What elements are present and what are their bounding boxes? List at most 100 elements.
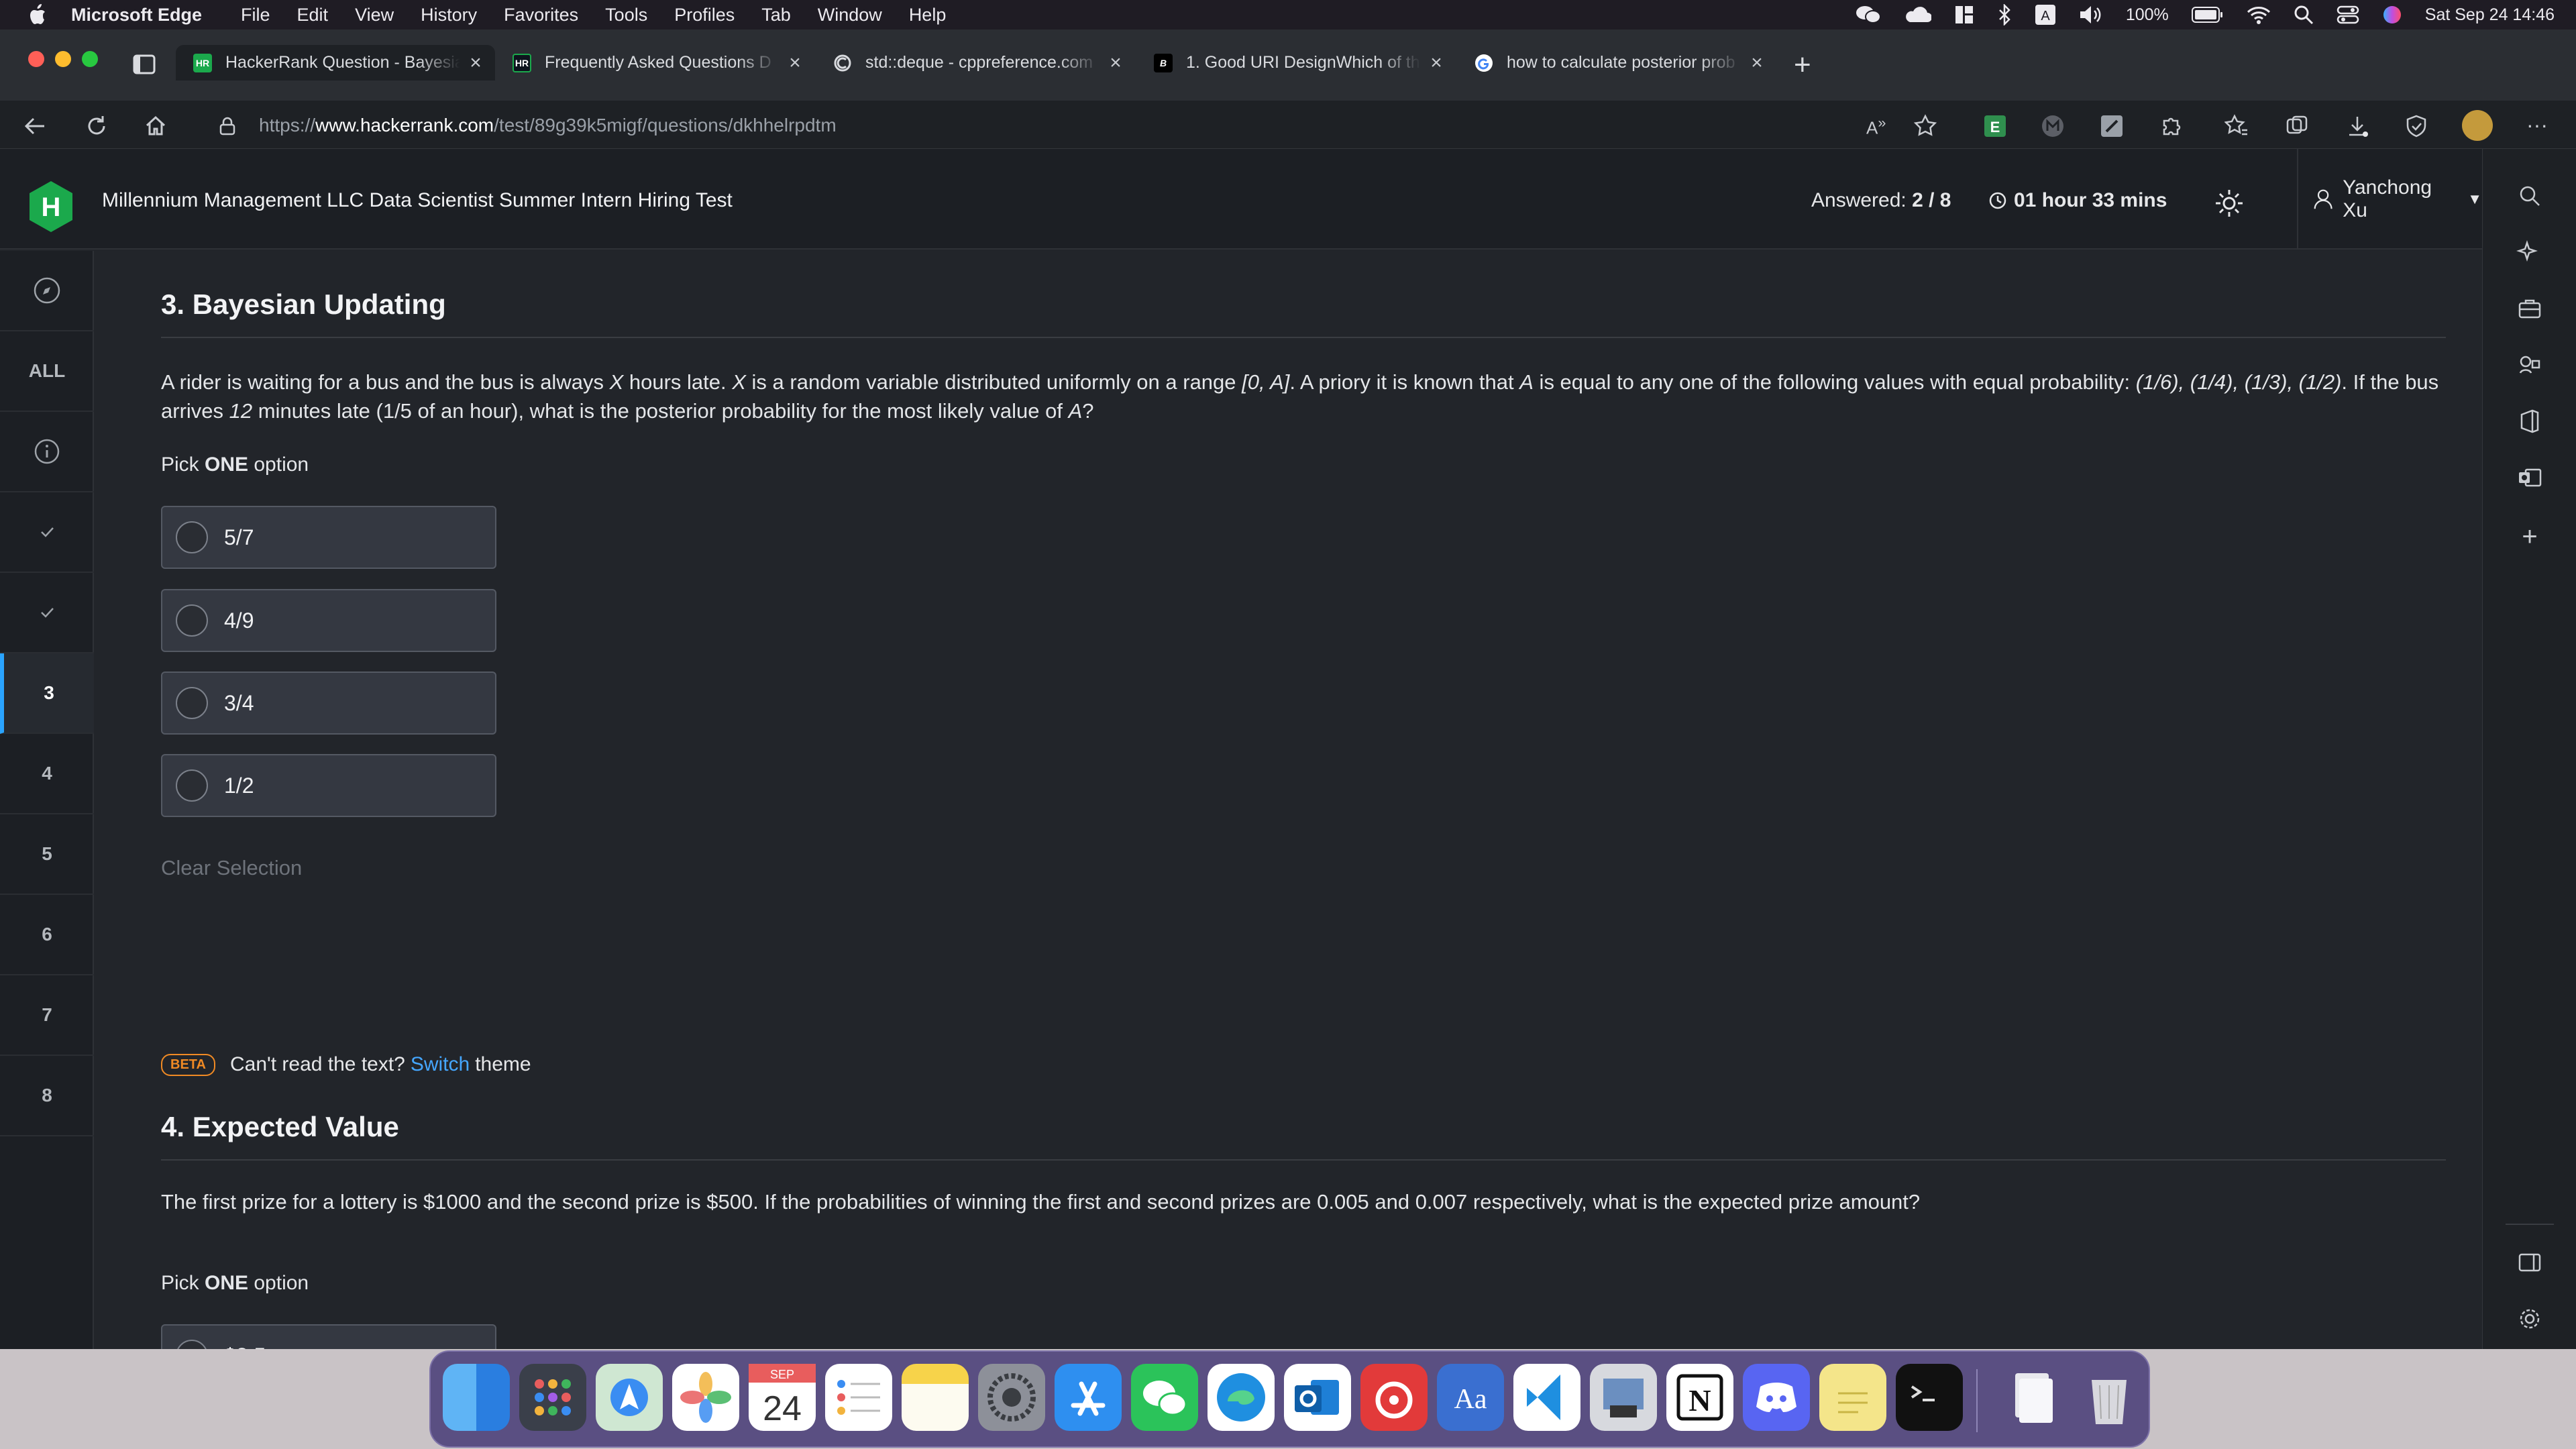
tab-actions-icon[interactable] — [131, 52, 157, 77]
tab-good-uri-design[interactable]: B 1. Good URI DesignWhich of th × — [1143, 45, 1456, 80]
input-source-icon[interactable]: A — [2035, 4, 2056, 25]
profile-avatar[interactable] — [2462, 110, 2493, 141]
settings-gear-icon[interactable] — [2516, 1305, 2543, 1332]
collections-icon[interactable] — [2285, 114, 2309, 138]
menu-help[interactable]: Help — [909, 5, 947, 25]
menu-app-name[interactable]: Microsoft Edge — [71, 5, 202, 25]
nav-question-3[interactable]: 3 — [0, 653, 94, 734]
tab-faq[interactable]: HR Frequently Asked Questions D × — [502, 45, 814, 80]
extensions-puzzle-icon[interactable] — [2159, 114, 2183, 138]
discord-icon[interactable] — [1743, 1364, 1810, 1431]
downloads-icon[interactable] — [2345, 114, 2369, 138]
menu-edit[interactable]: Edit — [297, 5, 329, 25]
wechat-icon[interactable] — [1131, 1364, 1198, 1431]
nav-question-1-answered[interactable] — [0, 492, 94, 573]
radio-button[interactable] — [176, 604, 208, 637]
stickies-icon[interactable] — [1819, 1364, 1886, 1431]
compass-nav-item[interactable] — [0, 251, 94, 331]
launchpad-icon[interactable] — [519, 1364, 586, 1431]
nav-question-2-answered[interactable] — [0, 573, 94, 653]
close-icon[interactable]: × — [1106, 52, 1126, 74]
extension-m-icon[interactable] — [2041, 114, 2065, 138]
option-3-4[interactable]: 3/4 — [161, 672, 496, 735]
terminal-icon[interactable] — [1896, 1364, 1963, 1431]
window-zoom-button[interactable] — [82, 51, 98, 67]
tab-google-search[interactable]: how to calculate posterior prob × — [1464, 45, 1776, 80]
volume-icon[interactable] — [2079, 5, 2103, 25]
control-center-icon[interactable] — [2337, 5, 2359, 25]
menu-tab[interactable]: Tab — [761, 5, 791, 25]
tab-hackerrank-question[interactable]: HR HackerRank Question - Bayesian Updati… — [176, 45, 495, 80]
close-icon[interactable]: × — [466, 52, 486, 74]
maps-icon[interactable] — [596, 1364, 663, 1431]
radio-button[interactable] — [176, 521, 208, 553]
tools-briefcase-icon[interactable] — [2516, 295, 2543, 322]
close-icon[interactable]: × — [1747, 52, 1767, 74]
discover-sparkle-icon[interactable] — [2516, 239, 2543, 266]
menu-view[interactable]: View — [355, 5, 394, 25]
nav-question-7[interactable]: 7 — [0, 975, 94, 1056]
lock-icon[interactable] — [219, 117, 236, 136]
trash-icon[interactable] — [2076, 1364, 2143, 1431]
nav-question-5[interactable]: 5 — [0, 814, 94, 895]
cloud-status-icon[interactable] — [1904, 5, 1931, 25]
battery-icon[interactable] — [2191, 6, 2224, 23]
calendar-icon[interactable]: SEP 24 — [749, 1364, 816, 1431]
nav-info[interactable] — [0, 412, 94, 492]
read-aloud-icon[interactable]: A» — [1866, 114, 1890, 138]
games-icon[interactable] — [2516, 352, 2543, 378]
nav-all[interactable]: ALL — [0, 331, 94, 412]
system-preferences-icon[interactable] — [978, 1364, 1045, 1431]
favorites-icon[interactable] — [2224, 114, 2249, 138]
url-field[interactable]: https://www.hackerrank.com/test/89g39k5m… — [188, 107, 1945, 144]
finder-icon[interactable] — [443, 1364, 510, 1431]
add-sidebar-app-icon[interactable]: + — [2516, 522, 2543, 551]
nav-question-6[interactable]: 6 — [0, 895, 94, 975]
more-menu-icon[interactable]: ··· — [2526, 113, 2548, 138]
wifi-icon[interactable] — [2247, 5, 2271, 24]
nav-question-8[interactable]: 8 — [0, 1056, 94, 1136]
refresh-icon[interactable] — [85, 114, 109, 138]
extension-e-icon[interactable]: E — [1983, 114, 2007, 138]
hackerrank-logo[interactable]: H — [27, 180, 75, 233]
browser-essentials-icon[interactable] — [2404, 114, 2428, 138]
wechat-status-icon[interactable] — [1855, 5, 1882, 25]
vscode-icon[interactable] — [1513, 1364, 1580, 1431]
menu-tools[interactable]: Tools — [605, 5, 647, 25]
app-store-icon[interactable] — [1055, 1364, 1122, 1431]
layout-status-icon[interactable] — [1954, 5, 1974, 25]
apple-menu-icon[interactable] — [27, 3, 54, 26]
option-4-9[interactable]: 4/9 — [161, 589, 496, 652]
dictionary-icon[interactable]: Aa — [1437, 1364, 1504, 1431]
window-close-button[interactable] — [28, 51, 44, 67]
option-1-2[interactable]: 1/2 — [161, 754, 496, 817]
radio-button[interactable] — [176, 769, 208, 802]
menubar-datetime[interactable]: Sat Sep 24 14:46 — [2425, 5, 2555, 25]
office-icon[interactable] — [2516, 408, 2543, 435]
radio-button[interactable] — [176, 687, 208, 719]
search-icon[interactable] — [2516, 182, 2543, 209]
user-menu[interactable]: Yanchong Xu ▼ — [2297, 149, 2482, 250]
reminders-icon[interactable] — [825, 1364, 892, 1431]
outlook-icon[interactable] — [2516, 464, 2543, 491]
menu-profiles[interactable]: Profiles — [674, 5, 735, 25]
new-tab-icon[interactable]: + — [1794, 48, 1811, 82]
photos-icon[interactable] — [672, 1364, 739, 1431]
edge-icon[interactable] — [1208, 1364, 1275, 1431]
documents-folder-icon[interactable] — [1999, 1364, 2066, 1431]
chevron-down-icon[interactable]: ▼ — [2467, 191, 2482, 208]
option-5-7[interactable]: 5/7 — [161, 506, 496, 569]
add-favorite-icon[interactable] — [1913, 114, 1937, 138]
option-8-5[interactable]: $8.5 — [161, 1324, 496, 1349]
switch-theme-link[interactable]: Switch — [411, 1053, 470, 1076]
extension-s-icon[interactable] — [2100, 114, 2124, 138]
back-icon[interactable] — [23, 114, 47, 138]
bluetooth-icon[interactable] — [1997, 4, 2012, 25]
theme-toggle-sun-icon[interactable] — [2214, 188, 2245, 219]
netease-music-icon[interactable] — [1360, 1364, 1428, 1431]
spotlight-icon[interactable] — [2294, 5, 2314, 25]
preview-icon[interactable] — [1590, 1364, 1657, 1431]
tab-cppreference[interactable]: std::deque - cppreference.com × — [822, 45, 1135, 80]
notion-icon[interactable]: N — [1666, 1364, 1733, 1431]
clear-selection-link[interactable]: Clear Selection — [161, 856, 302, 880]
